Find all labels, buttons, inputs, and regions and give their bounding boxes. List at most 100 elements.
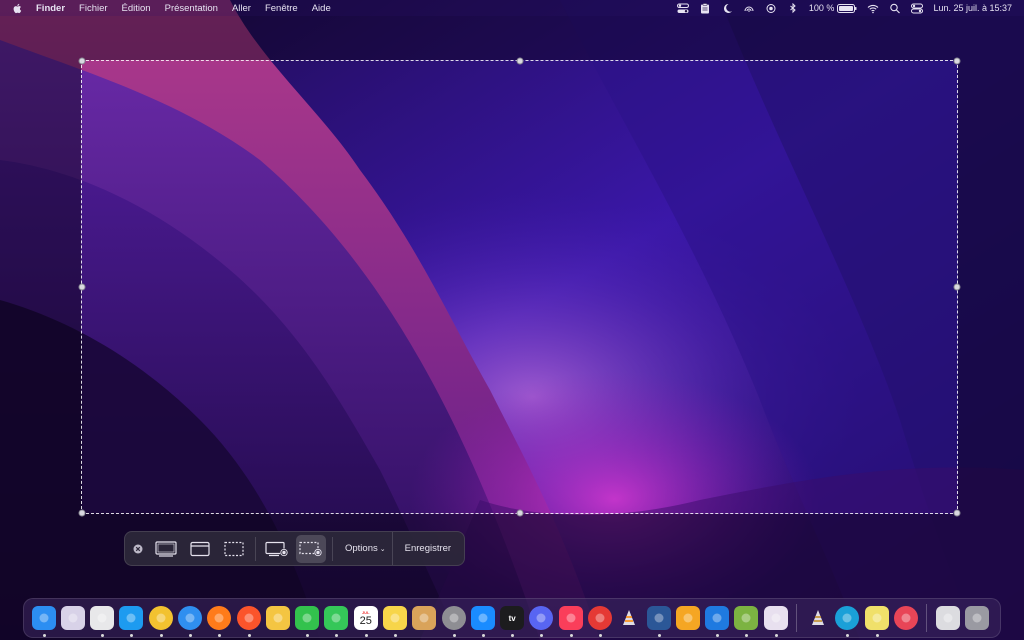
- bluetooth-icon[interactable]: [787, 2, 799, 14]
- dock-app-calendar[interactable]: JUL 25: [353, 606, 378, 630]
- dock-running-indicator: [598, 634, 602, 637]
- dock-running-indicator: [774, 634, 778, 637]
- calendar-icon: JUL 25: [354, 606, 378, 630]
- control-toggles-icon[interactable]: [676, 3, 689, 14]
- dock-app-trash[interactable]: [965, 606, 990, 630]
- options-menu-button[interactable]: Options ⌄: [337, 535, 392, 563]
- menu-fichier[interactable]: Fichier: [79, 3, 108, 14]
- dim-overlay-top: [0, 16, 1024, 60]
- twitter-icon: [119, 606, 143, 630]
- wifi-icon[interactable]: [867, 3, 879, 14]
- dim-overlay-right: [958, 60, 1024, 514]
- spotlight-search-icon[interactable]: [889, 3, 901, 14]
- word-icon: [647, 606, 671, 630]
- toolbar-separator: [255, 536, 256, 561]
- capture-selection-area[interactable]: [78, 57, 961, 517]
- record-status-icon[interactable]: [765, 3, 777, 14]
- dock-running-indicator: [42, 634, 46, 637]
- dock-running-indicator: [875, 634, 879, 637]
- close-icon: [133, 544, 143, 553]
- menu-edition[interactable]: Édition: [122, 3, 151, 14]
- menu-app-finder[interactable]: Finder: [36, 3, 65, 14]
- menu-aide[interactable]: Aide: [312, 3, 331, 14]
- dock-app-launchpad[interactable]: [60, 606, 85, 630]
- dock-app-android[interactable]: [734, 606, 759, 630]
- dock-app-discord[interactable]: [529, 606, 554, 630]
- dock-app-word[interactable]: [646, 606, 671, 630]
- record-selected-portion-button[interactable]: [296, 534, 326, 563]
- photos-icon: [266, 606, 290, 630]
- control-center-icon[interactable]: [911, 3, 924, 14]
- record-button[interactable]: Enregistrer: [391, 532, 463, 565]
- music-icon: [559, 606, 583, 630]
- dock-app-youtube-music[interactable]: [587, 606, 612, 630]
- apple-menu-icon[interactable]: [12, 3, 22, 14]
- selection-handle-bottom[interactable]: [516, 509, 523, 517]
- capture-selected-window-button[interactable]: [185, 535, 215, 563]
- dock-app-safari[interactable]: [178, 606, 203, 630]
- dock-app-music[interactable]: [558, 606, 583, 630]
- dock-running-indicator: [744, 634, 748, 637]
- capture-entire-screen-button[interactable]: [151, 535, 181, 563]
- dock-app-notes-dark[interactable]: [90, 606, 115, 630]
- dock-app-facetime[interactable]: [295, 606, 320, 630]
- menu-aller[interactable]: Aller: [232, 3, 251, 14]
- menu-bar: Finder Fichier Édition Présentation Alle…: [0, 0, 1024, 16]
- dock-app-slack[interactable]: [763, 606, 788, 630]
- selection-handle-top[interactable]: [516, 57, 523, 65]
- record-entire-screen-button[interactable]: [262, 535, 292, 563]
- dock-app-notes[interactable]: [383, 606, 408, 630]
- dock-app-finder[interactable]: [31, 606, 56, 630]
- edge-icon: [835, 606, 859, 630]
- dock-app-twitter[interactable]: [119, 606, 144, 630]
- dock-app-app-store[interactable]: [470, 606, 495, 630]
- messages-icon: [324, 606, 348, 630]
- dock-running-indicator: [159, 634, 163, 637]
- dock-running-indicator: [364, 634, 368, 637]
- close-toolbar-button[interactable]: [127, 535, 149, 563]
- dock-app-messages[interactable]: [324, 606, 349, 630]
- selection-handle-top-left[interactable]: [78, 57, 86, 65]
- dock-app-edge[interactable]: [835, 606, 860, 630]
- dock-app-preview[interactable]: [412, 606, 437, 630]
- clipboard-icon[interactable]: [699, 2, 711, 14]
- menubar-clock[interactable]: Lun. 25 juil. à 15:37: [933, 3, 1012, 13]
- dock-app-vlc[interactable]: [617, 606, 641, 630]
- dock-running-indicator: [129, 634, 133, 637]
- dock-app-pencil[interactable]: [675, 606, 700, 630]
- apple-tv-icon: tv: [500, 606, 524, 630]
- dock-app-stickies[interactable]: [864, 606, 889, 630]
- dock-app-firefox[interactable]: [207, 606, 232, 630]
- capture-selected-portion-button[interactable]: [219, 535, 249, 563]
- dock-running-indicator: [845, 634, 849, 637]
- dock-app-chrome[interactable]: [148, 606, 173, 630]
- capture-selected-window-icon: [190, 541, 210, 556]
- dock-app-system-preferences[interactable]: [441, 606, 466, 630]
- notes-dark-icon: [90, 606, 114, 630]
- dock-app-vlc-hd[interactable]: [806, 606, 830, 630]
- dock-app-brave[interactable]: [236, 606, 261, 630]
- moon-focus-icon[interactable]: [721, 3, 733, 14]
- android-icon: [734, 606, 758, 630]
- selection-handle-top-right[interactable]: [953, 57, 961, 65]
- dock-separator: [926, 604, 928, 632]
- dock-running-indicator: [393, 634, 397, 637]
- dock-app-downloads[interactable]: [936, 606, 961, 630]
- dock-app-photos[interactable]: [265, 606, 290, 630]
- selection-handle-left[interactable]: [78, 283, 86, 291]
- airdrop-icon[interactable]: [743, 3, 755, 14]
- stickies-icon: [865, 606, 889, 630]
- chrome-icon: [149, 606, 173, 630]
- dock-running-indicator: [217, 634, 221, 637]
- menu-presentation[interactable]: Présentation: [165, 3, 218, 14]
- menu-fenetre[interactable]: Fenêtre: [265, 3, 298, 14]
- downloads-icon: [936, 606, 960, 630]
- dock-app-apple-tv[interactable]: tv: [500, 606, 525, 630]
- battery-status[interactable]: 100 %: [809, 3, 858, 13]
- finder-icon: [32, 606, 56, 630]
- dock-app-airmail[interactable]: [893, 606, 918, 630]
- selection-handle-right[interactable]: [953, 283, 961, 291]
- dock-app-xcode-tools[interactable]: [705, 606, 730, 630]
- selection-handle-bottom-left[interactable]: [78, 509, 86, 517]
- selection-handle-bottom-right[interactable]: [953, 509, 961, 517]
